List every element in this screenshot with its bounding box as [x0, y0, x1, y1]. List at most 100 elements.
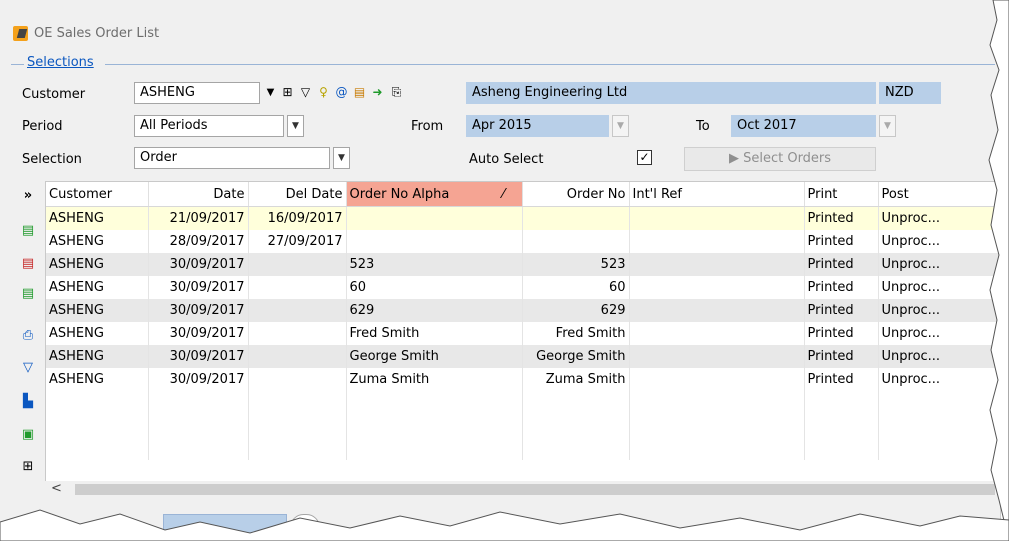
empty-cell — [248, 391, 347, 414]
cell-date: 30/09/2017 — [148, 299, 249, 322]
to-dropdown-button[interactable]: ▼ — [879, 115, 896, 137]
edit-document-icon[interactable]: ▤ — [19, 285, 37, 303]
cell-print: Printed — [804, 230, 879, 253]
selection-select[interactable]: Order — [134, 147, 330, 169]
table-row[interactable]: ASHENG 21/09/2017 16/09/2017 Printed Unproc.… — [46, 206, 999, 230]
binoculars-side-icon[interactable]: ⊞ — [19, 458, 37, 476]
cell-print: Printed — [804, 276, 879, 299]
col-header-post[interactable]: Post — [878, 182, 999, 207]
empty-cell — [878, 414, 999, 437]
print-icon[interactable]: ⎙ — [19, 327, 37, 345]
search-document-icon[interactable]: ⎘ — [388, 84, 405, 101]
filter-icon[interactable]: ▽ — [297, 84, 314, 101]
select-orders-button[interactable]: ▶ Select Orders — [684, 147, 876, 171]
cell-date: 30/09/2017 — [148, 276, 249, 299]
cell-order-no: George Smith — [522, 345, 630, 368]
cell-post: Unproc... — [878, 322, 999, 345]
selections-divider-right — [105, 64, 995, 65]
cell-del-date — [248, 253, 347, 276]
binoculars-icon[interactable]: ⊞ — [279, 84, 296, 101]
expand-panel-icon[interactable]: » — [19, 187, 37, 205]
export-icon[interactable]: ▣ — [19, 426, 37, 444]
auto-select-checkbox[interactable]: ✓ — [637, 150, 652, 165]
sales-order-list-window: OE Sales Order List Selections Customer … — [0, 0, 1001, 541]
sales-order-grid[interactable]: Customer Date Del Date Order No Alpha ⁄ O… — [45, 181, 1000, 484]
col-header-date[interactable]: Date — [148, 182, 249, 207]
cell-customer: ASHENG — [46, 253, 149, 276]
chart-icon[interactable]: ▙ — [19, 393, 37, 411]
empty-cell — [878, 437, 999, 460]
col-header-order-no-alpha[interactable]: Order No Alpha ⁄ — [346, 182, 523, 207]
table-row[interactable]: ASHENG 30/09/2017 George Smith George Smith… — [46, 345, 999, 368]
selections-tab[interactable]: Selections — [27, 55, 94, 70]
green-arrow-icon[interactable]: ➜ — [369, 84, 386, 101]
scroll-thumb[interactable] — [75, 484, 995, 495]
note-icon[interactable]: ▤ — [351, 84, 368, 101]
col-header-print[interactable]: Print — [804, 182, 879, 207]
cell-print: Printed — [804, 368, 879, 391]
clear-filter-icon[interactable]: ▽ — [19, 359, 37, 377]
remove-document-icon[interactable]: ▤ — [19, 255, 37, 273]
cell-customer: ASHENG — [46, 345, 149, 368]
cell-order-no-alpha: George Smith — [346, 345, 523, 368]
sort-indicator-icon: ⁄ — [502, 186, 505, 202]
empty-cell — [346, 437, 523, 460]
cell-intl-ref — [629, 206, 805, 230]
add-document-icon[interactable]: ▤ — [19, 222, 37, 240]
customer-input[interactable]: ASHENG — [134, 82, 260, 104]
cell-order-no — [522, 206, 630, 230]
col-header-del-date[interactable]: Del Date — [248, 182, 347, 207]
col-header-intl-ref[interactable]: Int'l Ref — [629, 182, 805, 207]
empty-cell — [629, 414, 805, 437]
attachment-icon[interactable]: @ — [333, 84, 350, 101]
empty-cell — [248, 414, 347, 437]
from-dropdown-button[interactable]: ▼ — [612, 115, 629, 137]
customer-label: Customer — [22, 87, 86, 102]
period-select[interactable]: All Periods — [134, 115, 284, 137]
bulb-icon[interactable]: ♀ — [315, 84, 332, 101]
cell-print: Printed — [804, 322, 879, 345]
from-period-field[interactable]: Apr 2015 — [466, 115, 609, 137]
empty-cell — [629, 437, 805, 460]
table-row[interactable]: ASHENG 30/09/2017 60 60 Printed Unproc... — [46, 276, 999, 299]
cell-order-no-alpha: Zuma Smith — [346, 368, 523, 391]
col-header-customer[interactable]: Customer — [46, 182, 149, 207]
col-header-order-no[interactable]: Order No — [522, 182, 630, 207]
period-dropdown-button[interactable]: ▼ — [287, 115, 304, 137]
customer-dropdown-arrow-icon[interactable]: ▼ — [262, 84, 279, 101]
grid-body: ASHENG 21/09/2017 16/09/2017 Printed Unproc.… — [46, 206, 999, 460]
cell-order-no-alpha: 523 — [346, 253, 523, 276]
cell-customer: ASHENG — [46, 299, 149, 322]
cell-intl-ref — [629, 322, 805, 345]
cell-intl-ref — [629, 253, 805, 276]
cell-del-date: 16/09/2017 — [248, 206, 347, 230]
empty-row — [46, 414, 999, 437]
empty-row — [46, 437, 999, 460]
empty-cell — [522, 414, 630, 437]
table-row[interactable]: ASHENG 30/09/2017 Zuma Smith Zuma Smith Prin… — [46, 368, 999, 391]
empty-cell — [248, 437, 347, 460]
orders-table: Customer Date Del Date Order No Alpha ⁄ O… — [46, 182, 999, 460]
order-no-alpha-label: Order No Alpha — [349, 186, 450, 202]
cell-order-no-alpha — [346, 206, 523, 230]
scroll-left-arrow-icon[interactable]: < — [51, 481, 62, 496]
table-row[interactable]: ASHENG 30/09/2017 523 523 Printed Unproc... — [46, 253, 999, 276]
cell-post: Unproc... — [878, 276, 999, 299]
to-period-field[interactable]: Oct 2017 — [731, 115, 876, 137]
grid-side-toolbar: » ▤ ▤ ▤ ⎙ ▽ ▙ ▣ ⊞ — [14, 181, 44, 491]
cell-post: Unproc... — [878, 368, 999, 391]
cell-post: Unproc... — [878, 253, 999, 276]
cell-date: 28/09/2017 — [148, 230, 249, 253]
grid-header-row: Customer Date Del Date Order No Alpha ⁄ O… — [46, 182, 999, 207]
cell-customer: ASHENG — [46, 276, 149, 299]
table-row[interactable]: ASHENG 30/09/2017 Fred Smith Fred Smith Prin… — [46, 322, 999, 345]
cell-intl-ref — [629, 299, 805, 322]
horizontal-scrollbar[interactable]: < — [45, 481, 1000, 498]
table-row[interactable]: ASHENG 28/09/2017 27/09/2017 Printed Unproc.… — [46, 230, 999, 253]
selection-label: Selection — [22, 152, 82, 167]
title-bar: OE Sales Order List — [0, 0, 1000, 42]
table-row[interactable]: ASHENG 30/09/2017 629 629 Printed Unproc... — [46, 299, 999, 322]
cell-customer: ASHENG — [46, 322, 149, 345]
empty-cell — [148, 437, 249, 460]
selection-dropdown-button[interactable]: ▼ — [333, 147, 350, 169]
